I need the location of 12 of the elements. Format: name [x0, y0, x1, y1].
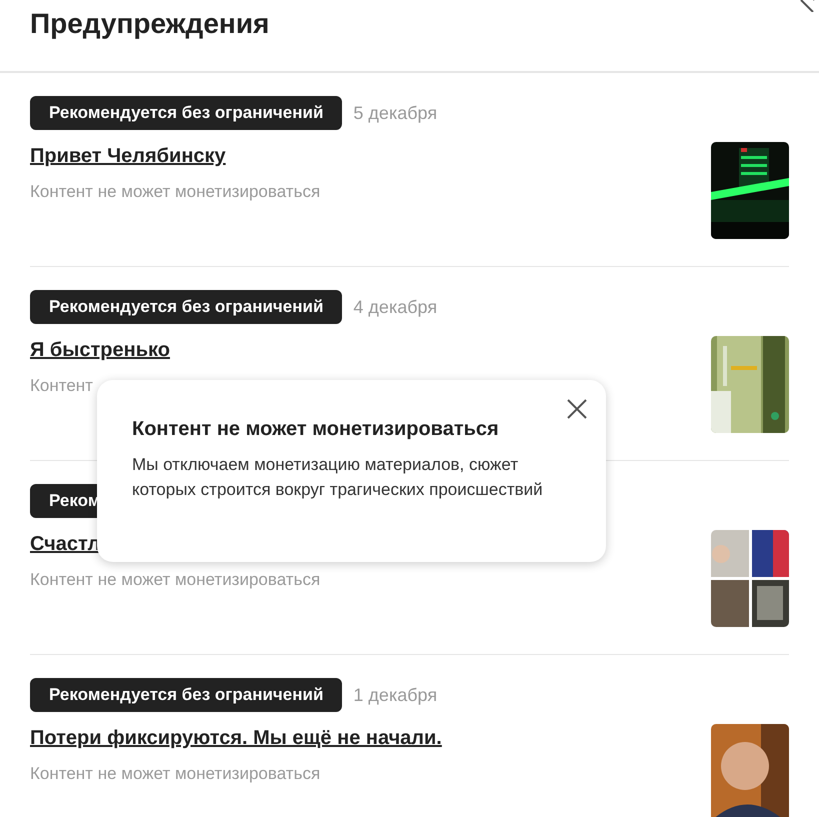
- video-title-link[interactable]: Я быстренько: [30, 339, 170, 362]
- popover-title: Контент не может монетизироваться: [132, 418, 500, 441]
- video-title-link[interactable]: Потери фиксируются. Мы ещё не начали.: [30, 727, 442, 750]
- date-label: 5 декабря: [353, 102, 438, 124]
- video-title-link[interactable]: Привет Челябинску: [30, 145, 226, 168]
- date-label: 1 декабря: [353, 684, 438, 706]
- rating-badge: Рекомендуется без ограничений: [30, 96, 342, 130]
- date-label: 4 декабря: [353, 296, 438, 318]
- rating-badge: Рекомендуется без ограничений: [30, 290, 342, 324]
- rating-badge: Рекомендуется без ограничений: [30, 678, 342, 712]
- panel-title: Предупреждения: [30, 8, 270, 40]
- popover-text: Мы отключаем монетизацию материалов, сюжет которых строится вокруг трагических происшествий: [132, 454, 544, 500]
